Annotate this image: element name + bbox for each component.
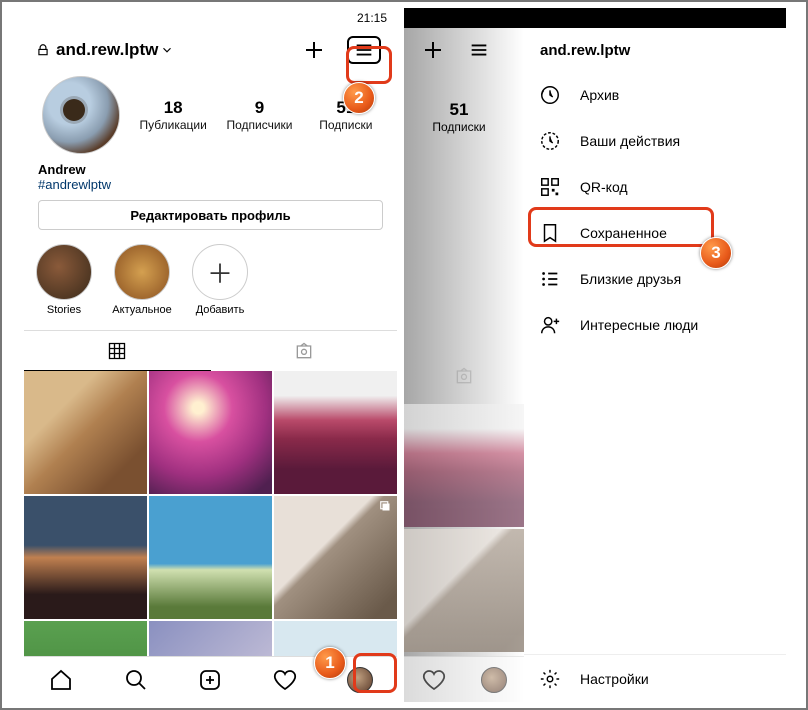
add-person-icon [538,313,562,337]
post-cell[interactable] [404,529,524,652]
profile-header-partial [404,28,524,72]
stat-following[interactable]: 51Подписки [303,98,389,132]
post-cell[interactable] [274,496,397,619]
post-cell[interactable] [149,371,272,494]
nav-profile[interactable] [347,667,373,693]
list-icon [538,267,562,291]
bio-name: Andrew [38,162,383,177]
post-cell[interactable] [404,404,524,527]
menu-settings[interactable]: Настройки [524,654,786,702]
post-cell[interactable] [149,496,272,619]
highlight-add[interactable]: ＋Добавить [190,244,250,316]
archive-icon [538,83,562,107]
highlight-актуальное[interactable]: Актуальное [112,244,172,316]
chevron-down-icon[interactable] [160,43,174,57]
feed-tabs-partial [404,356,524,396]
nav-activity[interactable] [272,667,298,693]
nav-create[interactable] [197,667,223,693]
phone-left: 21:15 and.rew.lptw 18Публикации 9Подписч… [24,8,397,702]
carousel-icon [379,500,393,514]
bio: Andrew #andrewlptw [24,162,397,200]
bottom-nav [24,656,397,702]
menu-button[interactable] [466,37,492,63]
phone-right: 51 Подписки and.rew.lptw Архив Ваши дейс… [404,8,786,702]
posts-grid [24,371,397,702]
nav-activity[interactable] [421,667,447,693]
menu-archive[interactable]: Архив [524,72,786,118]
bio-hashtag[interactable]: #andrewlptw [38,177,383,192]
bookmark-icon [538,221,562,245]
create-button[interactable] [301,37,327,63]
stats-row: 18Публикации 9Подписчики 51Подписки [24,72,397,162]
tab-grid[interactable] [24,331,211,371]
highlight-stories[interactable]: Stories [34,244,94,316]
tab-tagged[interactable] [404,356,524,396]
profile-header: and.rew.lptw [24,28,397,72]
stat-followers[interactable]: 9Подписчики [216,98,302,132]
post-cell[interactable] [24,496,147,619]
posts-grid-partial [404,404,524,652]
menu-close-friends[interactable]: Близкие друзья [524,256,786,302]
nav-home[interactable] [48,667,74,693]
menu-discover-people[interactable]: Интересные люди [524,302,786,348]
menu-button[interactable] [347,36,381,64]
drawer-title: and.rew.lptw [540,42,630,59]
menu-saved[interactable]: Сохраненное [524,210,786,256]
menu-activity[interactable]: Ваши действия [524,118,786,164]
feed-tabs [24,330,397,371]
nav-profile[interactable] [481,667,507,693]
status-bar: 21:15 [24,8,397,28]
avatar[interactable] [42,76,120,154]
menu-qrcode[interactable]: QR-код [524,164,786,210]
post-cell[interactable] [24,371,147,494]
qrcode-icon [538,175,562,199]
drawer-menu: Архив Ваши действия QR-код Сохраненное Б… [524,72,786,348]
nav-search[interactable] [123,667,149,693]
username-label[interactable]: and.rew.lptw [56,40,158,60]
edit-profile-button[interactable]: Редактировать профиль [38,200,383,230]
post-cell[interactable] [274,371,397,494]
lock-icon [36,43,50,57]
stat-following-partial: 51 Подписки [414,100,504,134]
gear-icon [538,667,562,691]
stat-posts[interactable]: 18Публикации [130,98,216,132]
activity-icon [538,129,562,153]
tab-tagged[interactable] [211,331,398,371]
create-button[interactable] [420,37,446,63]
side-drawer: and.rew.lptw Архив Ваши действия QR-код … [524,28,786,702]
status-time: 21:15 [357,11,387,25]
highlights-row: Stories Актуальное ＋Добавить [24,244,397,330]
bottom-nav-partial [404,656,524,702]
